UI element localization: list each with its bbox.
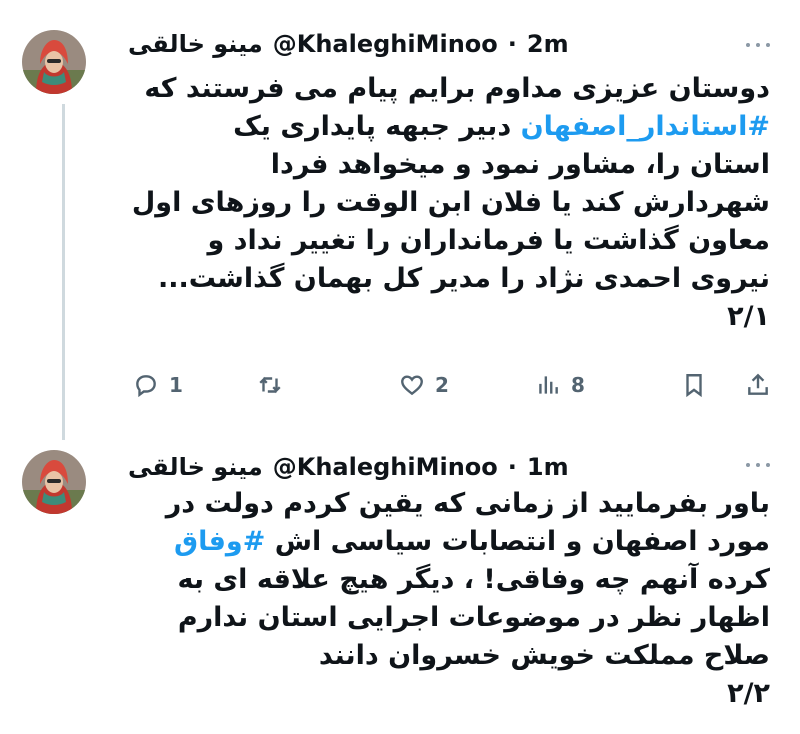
text-segment: دوستان عزیزی مداوم برایم پیام می فرستند … — [144, 73, 770, 104]
separator: · — [507, 30, 517, 58]
view-count: 8 — [571, 373, 585, 397]
reply-button[interactable]: 1 — [133, 368, 183, 402]
text-line: نیروی احمدی نژاد را مدیر کل بهمان گذاشت.… — [120, 260, 770, 298]
more-icon[interactable] — [746, 40, 770, 50]
avatar[interactable] — [22, 450, 86, 514]
timestamp[interactable]: 2m — [527, 30, 569, 58]
text-segment: اظهار نظر در موضوعات اجرایی استان ندارم — [177, 602, 770, 633]
text-line: دوستان عزیزی مداوم برایم پیام می فرستند … — [120, 70, 770, 108]
tweet-text: دوستان عزیزی مداوم برایم پیام می فرستند … — [120, 70, 770, 336]
text-segment: باور بفرمایید از زمانی که یقین کردم دولت… — [165, 488, 770, 519]
thread-counter: ۲/۲ — [727, 678, 770, 709]
text-line: #استاندار_اصفهان دبیر جبهه پایداری یک — [120, 108, 770, 146]
more-icon[interactable] — [746, 460, 770, 470]
thread-counter: ۲/۱ — [727, 301, 770, 332]
text-segment: معاون گذاشت یا فرمانداران را تغییر نداد … — [207, 225, 771, 256]
text-line: صلاح مملکت خویش خسروان دانند — [120, 637, 770, 675]
action-bar: 1 2 8 — [125, 368, 780, 402]
user-handle[interactable]: @KhaleghiMinoo — [273, 453, 498, 481]
tweet-header: مینو خالقی @KhaleghiMinoo · 2m — [128, 27, 730, 61]
text-segment: نیروی احمدی نژاد را مدیر کل بهمان گذاشت.… — [157, 263, 770, 294]
text-segment: کرده آنهم چه وفاقی! ، دیگر هیچ علاقه ای … — [177, 564, 770, 595]
text-line: معاون گذاشت یا فرمانداران را تغییر نداد … — [120, 222, 771, 260]
tweet-2[interactable]: مینو خالقی @KhaleghiMinoo · 1m باور بفرم… — [0, 430, 800, 734]
text-line: اظهار نظر در موضوعات اجرایی استان ندارم — [120, 599, 770, 637]
share-icon — [748, 373, 768, 395]
like-count: 2 — [435, 373, 449, 397]
timestamp[interactable]: 1m — [527, 453, 569, 481]
tweet-text: باور بفرمایید از زمانی که یقین کردم دولت… — [120, 485, 770, 713]
bookmark-button[interactable] — [681, 368, 707, 402]
separator: · — [507, 453, 517, 481]
text-line: کرده آنهم چه وفاقی! ، دیگر هیچ علاقه ای … — [120, 561, 770, 599]
user-handle[interactable]: @KhaleghiMinoo — [273, 30, 498, 58]
like-button[interactable]: 2 — [399, 368, 449, 402]
reply-count: 1 — [169, 373, 183, 397]
text-segment: استان را، مشاور نمود و میخواهد فردا — [270, 149, 770, 180]
share-button[interactable] — [745, 368, 771, 402]
text-segment: شهردارش کند یا فلان ابن الوقت را روزهای … — [131, 187, 770, 218]
text-line: ۲/۲ — [120, 675, 770, 713]
thread-line — [62, 104, 65, 440]
views-icon — [539, 376, 558, 394]
text-line: مورد اصفهان و انتصابات سیاسی اش #وفاق — [120, 523, 770, 561]
heart-icon — [401, 375, 423, 396]
hashtag-link[interactable]: #وفاق — [174, 526, 265, 557]
retweet-icon — [259, 376, 281, 394]
avatar-image — [22, 450, 86, 514]
text-line: باور بفرمایید از زمانی که یقین کردم دولت… — [120, 485, 770, 523]
text-line: ۲/۱ — [120, 298, 770, 336]
reply-icon — [136, 375, 156, 398]
views-button[interactable]: 8 — [535, 368, 585, 402]
avatar[interactable] — [22, 30, 86, 94]
text-line: شهردارش کند یا فلان ابن الوقت را روزهای … — [120, 184, 770, 222]
tweet-header: مینو خالقی @KhaleghiMinoo · 1m — [128, 450, 730, 484]
text-segment: دبیر جبهه پایداری یک — [233, 111, 521, 142]
text-line: استان را، مشاور نمود و میخواهد فردا — [120, 146, 770, 184]
hashtag-link[interactable]: #استاندار_اصفهان — [521, 111, 770, 142]
avatar-image — [22, 30, 86, 94]
display-name[interactable]: مینو خالقی — [128, 453, 263, 481]
bookmark-icon — [686, 374, 702, 398]
retweet-button[interactable] — [257, 368, 293, 402]
text-segment: صلاح مملکت خویش خسروان دانند — [318, 640, 770, 671]
tweet-1[interactable]: مینو خالقی @KhaleghiMinoo · 2m دوستان عز… — [0, 0, 800, 440]
text-segment: مورد اصفهان و انتصابات سیاسی اش — [265, 526, 770, 557]
display-name[interactable]: مینو خالقی — [128, 30, 263, 58]
